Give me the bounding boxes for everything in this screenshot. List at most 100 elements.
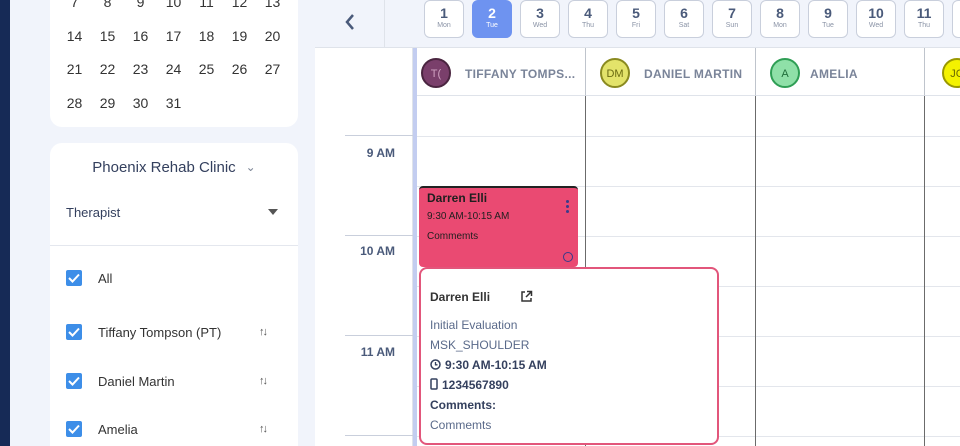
checkbox-amelia[interactable] xyxy=(66,421,82,437)
time-label: 9 AM xyxy=(366,146,395,160)
calendar-day[interactable]: 12 xyxy=(223,0,256,10)
chevron-down-icon: ⌄ xyxy=(245,160,256,174)
resize-handle-icon[interactable] xyxy=(563,252,573,262)
calendar-day[interactable]: 21 xyxy=(58,61,91,77)
day-weekday: Sat xyxy=(678,22,690,29)
avatar: JC xyxy=(942,58,960,88)
clinic-name: Phoenix Rehab Clinic xyxy=(92,159,236,176)
day-button[interactable]: 6 Sat xyxy=(664,0,704,38)
calendar-day[interactable]: 24 xyxy=(157,61,190,77)
day-number: 3 xyxy=(536,5,544,21)
day-selector-bar: 1 Mon 2 Tue 3 Wed 4 Thu 5 Fri 6 Sat 7 Sun 8 Mon 9 Tue 10 We… xyxy=(315,0,960,48)
calendar-day[interactable]: 14 xyxy=(58,28,91,44)
hour-divider xyxy=(345,435,413,436)
calendar-week-row: 7 8 9 10 11 12 13 xyxy=(58,0,290,10)
calendar-day[interactable]: 29 xyxy=(91,95,124,111)
popup-patient-name: Darren Elli xyxy=(430,290,491,304)
day-button[interactable]: 3 Wed xyxy=(520,0,560,38)
calendar-day[interactable]: 10 xyxy=(157,0,190,10)
checkbox-daniel[interactable] xyxy=(66,373,82,389)
sort-icon[interactable]: ↑↓ xyxy=(259,326,268,338)
filter-option-tiffany[interactable]: Tiffany Tompson (PT) ↑↓ xyxy=(66,324,286,344)
calendar-day[interactable]: 7 xyxy=(58,0,91,10)
day-button[interactable]: 9 Tue xyxy=(808,0,848,38)
appointment-comments: Commemts xyxy=(427,231,479,242)
appointment-block[interactable]: Darren Elli 9:30 AM-10:15 AM Commemts xyxy=(419,186,578,267)
day-button[interactable]: 2 Tue xyxy=(472,0,512,38)
day-button[interactable]: 1 xyxy=(952,0,960,38)
calendar-day[interactable]: 20 xyxy=(256,28,289,44)
calendar-day[interactable]: 27 xyxy=(256,61,289,77)
filter-option-all[interactable]: All xyxy=(66,270,286,290)
therapist-column-header[interactable]: JC xyxy=(925,48,960,96)
app-window: 7 8 9 10 11 12 13 14 15 16 17 18 19 20 21 22 23 24 25 26 27 2… xyxy=(10,0,960,446)
therapist-column-header[interactable]: A AMELIA xyxy=(756,48,925,96)
external-link-icon[interactable] xyxy=(520,290,533,303)
hour-divider xyxy=(345,135,413,136)
day-number: 2 xyxy=(488,5,496,21)
calendar-day[interactable]: 15 xyxy=(91,28,124,44)
day-number: 9 xyxy=(824,5,832,21)
filter-option-amelia[interactable]: Amelia ↑↓ xyxy=(66,421,286,441)
day-button[interactable]: 11 Thu xyxy=(904,0,944,38)
calendar-day[interactable]: 19 xyxy=(223,28,256,44)
filter-option-daniel[interactable]: Daniel Martin ↑↓ xyxy=(66,373,286,393)
popup-phone: 1234567890 xyxy=(442,378,509,392)
dropdown-caret-icon[interactable] xyxy=(268,209,278,215)
day-button[interactable]: 8 Mon xyxy=(760,0,800,38)
day-weekday: Wed xyxy=(532,22,548,29)
more-vertical-icon[interactable] xyxy=(566,200,570,215)
day-weekday: Tue xyxy=(822,22,834,29)
popup-time: 9:30 AM-10:15 AM xyxy=(445,358,547,372)
therapist-name: TIFFANY TOMPS... xyxy=(465,67,576,81)
day-weekday: Fri xyxy=(631,22,641,29)
calendar-day[interactable]: 8 xyxy=(91,0,124,10)
therapist-name: DANIEL MARTIN xyxy=(644,67,743,81)
calendar-day[interactable]: 31 xyxy=(157,95,190,111)
calendar-day[interactable]: 18 xyxy=(190,28,223,44)
calendar-week-row: 21 22 23 24 25 26 27 xyxy=(58,61,290,77)
therapist-column[interactable] xyxy=(925,96,960,446)
filter-option-label: Tiffany Tompson (PT) xyxy=(98,325,222,340)
calendar-day[interactable]: 30 xyxy=(124,95,157,111)
calendar-day[interactable]: 9 xyxy=(124,0,157,10)
calendar-day[interactable]: 13 xyxy=(256,0,289,10)
day-button[interactable]: 10 Wed xyxy=(856,0,896,38)
calendar-day[interactable]: 28 xyxy=(58,95,91,111)
sort-icon[interactable]: ↑↓ xyxy=(259,375,268,387)
clock-icon xyxy=(430,359,441,370)
time-label: 10 AM xyxy=(360,244,395,258)
day-button[interactable]: 7 Sun xyxy=(712,0,752,38)
calendar-day[interactable]: 26 xyxy=(223,61,256,77)
calendar-day[interactable]: 23 xyxy=(124,61,157,77)
previous-button[interactable] xyxy=(315,0,385,48)
day-number: 6 xyxy=(680,5,688,21)
calendar-day xyxy=(256,95,289,111)
checkbox-all[interactable] xyxy=(66,270,82,286)
day-weekday: Sun xyxy=(725,22,739,29)
therapist-column[interactable] xyxy=(756,96,925,446)
checkbox-tiffany[interactable] xyxy=(66,324,82,340)
day-button[interactable]: 1 Mon xyxy=(424,0,464,38)
day-number: 4 xyxy=(584,5,592,21)
appointment-patient-name: Darren Elli xyxy=(427,191,488,205)
sort-icon[interactable]: ↑↓ xyxy=(259,423,268,435)
therapist-filter-panel: Phoenix Rehab Clinic ⌄ Therapist All Tiff… xyxy=(50,143,298,446)
calendar-day[interactable]: 22 xyxy=(91,61,124,77)
filter-option-label: All xyxy=(98,271,113,286)
therapist-column-header[interactable]: T(TIFFANY TOMPS... xyxy=(417,48,586,96)
time-label: 11 AM xyxy=(360,345,395,359)
calendar-week-row: 14 15 16 17 18 19 20 xyxy=(58,28,290,44)
calendar-day[interactable]: 16 xyxy=(124,28,157,44)
calendar-day[interactable]: 11 xyxy=(190,0,223,10)
therapist-dropdown-label[interactable]: Therapist xyxy=(66,205,120,220)
day-button[interactable]: 5 Fri xyxy=(616,0,656,38)
current-day-indicator xyxy=(413,48,417,446)
calendar-day[interactable]: 17 xyxy=(157,28,190,44)
calendar-day[interactable]: 25 xyxy=(190,61,223,77)
clinic-selector[interactable]: Phoenix Rehab Clinic ⌄ xyxy=(50,159,298,176)
therapist-column-header[interactable]: DM DANIEL MARTIN xyxy=(586,48,756,96)
popup-comments-label: Comments: xyxy=(430,398,497,412)
divider xyxy=(50,245,298,246)
day-button[interactable]: 4 Thu xyxy=(568,0,608,38)
